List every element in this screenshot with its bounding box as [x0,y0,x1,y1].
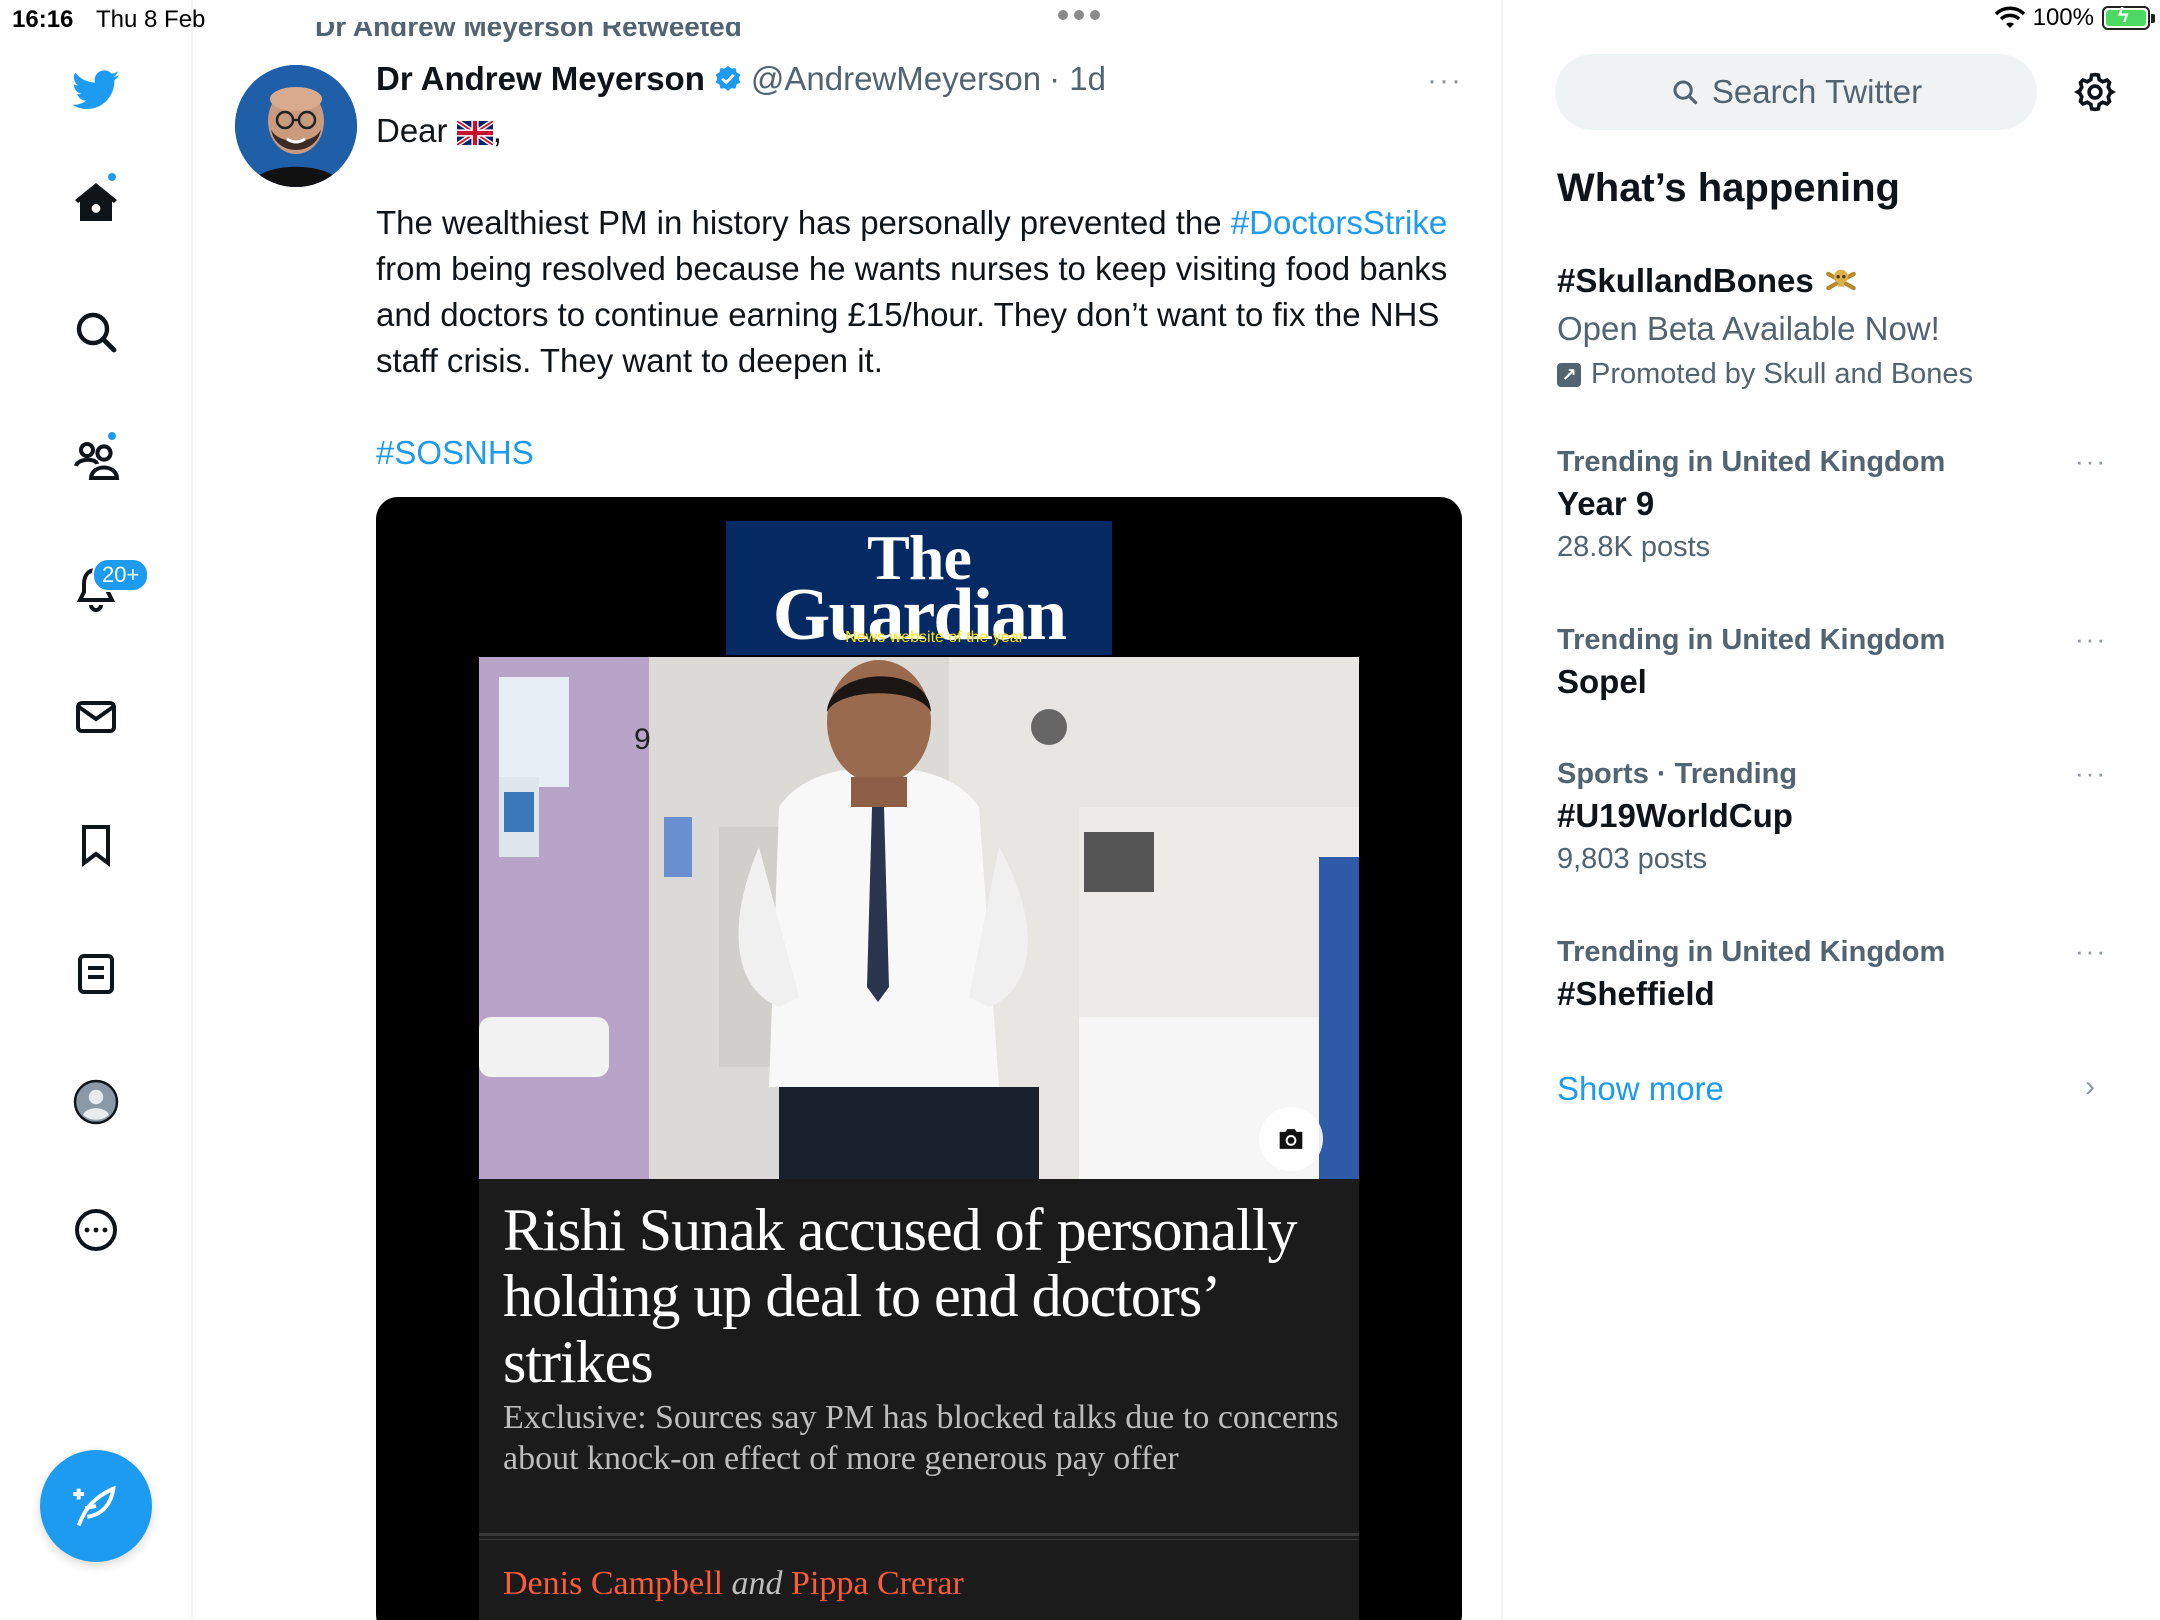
trend-name: #Sheffield [1557,975,1715,1012]
chevron-right-icon: › [2085,1070,2095,1103]
skull-crossbones-icon [1825,269,1856,291]
trend-item[interactable]: Trending in United Kingdom Year 9 28.8K … [1557,446,2117,564]
left-navigation: 20+ [0,0,193,1620]
byline-and: and [731,1565,783,1602]
promoted-arrow-icon: ↗ [1557,362,1581,387]
tweet-paragraph-part1: The wealthiest PM in history has persona… [376,204,1231,241]
byline-author-1: Denis Campbell [503,1565,724,1602]
greeting-suffix: , [492,112,502,149]
trend-more-icon[interactable]: ··· [2075,758,2107,789]
promoted-trend-subtitle: Open Beta Available Now! [1557,310,1940,347]
camera-icon [1259,1107,1323,1171]
trend-item[interactable]: Sports · Trending #U19WorldCup 9,803 pos… [1557,758,2117,876]
article-headline: Rishi Sunak accused of personally holdin… [503,1197,1298,1395]
logo-tagline: News website of the year [845,629,1024,646]
tweet-more-options-icon[interactable]: ··· [1427,64,1463,98]
tweet-paragraph-part2: from being resolved because he wants nur… [376,250,1448,379]
search-twitter-input[interactable]: Search Twitter [1555,54,2037,130]
notifications-badge: 20+ [92,558,150,592]
home-unread-dot [106,171,118,183]
trend-item[interactable]: Trending in United Kingdom Sopel ··· [1557,624,2117,701]
home-icon[interactable] [56,163,136,243]
trend-post-count: 28.8K posts [1557,531,1711,563]
tweet-text: Dear , The wealthiest PM in history has … [376,108,1456,476]
article-text-panel: Rishi Sunak accused of personally holdin… [479,1179,1359,1620]
communities-unread-dot [106,430,118,442]
trend-item[interactable]: Trending in United Kingdom #Sheffield ··… [1557,936,2117,1013]
search-icon [1673,80,1698,105]
show-more-link[interactable]: Show more [1557,1070,1724,1108]
author-handle[interactable]: @AndrewMeyerson [751,60,1041,98]
trend-post-count: 9,803 posts [1557,843,1707,875]
trend-more-icon[interactable]: ··· [2075,936,2107,967]
trend-more-icon[interactable]: ··· [2075,624,2107,655]
tweet-time[interactable]: · 1d [1049,60,1106,98]
trend-category: Sports · Trending [1557,758,1798,790]
guardian-logo: The Guardian News website of the year [726,521,1112,655]
hashtag-doctorsstrike-link[interactable]: #DoctorsStrike [1231,204,1447,241]
hashtag-sosnhs-link[interactable]: #SOSNHS [376,434,534,471]
compose-feather-icon [73,1485,116,1527]
compose-tweet-button[interactable] [40,1450,152,1562]
trend-category: Trending in United Kingdom [1557,446,1946,478]
promoted-by-label: Promoted by Skull and Bones [1591,358,1974,390]
byline-author-2: Pippa Crerar [791,1565,964,1602]
article-divider [479,1533,1359,1536]
more-options-icon[interactable] [56,1190,136,1270]
lists-icon[interactable] [56,934,136,1014]
timeline: Dr Andrew Meyerson Retweeted Dr Andrew M… [195,0,1503,1620]
trend-name: Sopel [1557,663,1647,700]
trend-category: Trending in United Kingdom [1557,936,1946,968]
tweet-header: Dr Andrew Meyerson @AndrewMeyerson · 1d [376,60,1106,98]
settings-gear-icon[interactable] [2073,70,2117,114]
article-byline: Denis Campbell and Pippa Crerar [503,1565,964,1603]
verified-badge-icon [715,65,741,91]
trend-more-icon[interactable]: ··· [2075,446,2107,477]
twitter-logo-icon[interactable] [56,50,136,130]
retweeted-by-label: Dr Andrew Meyerson Retweeted [315,22,742,42]
messages-envelope-icon[interactable] [56,677,136,757]
tweet-media-image[interactable]: The Guardian News website of the year 9 … [376,497,1462,1620]
article-photo: 9 [479,657,1359,1179]
bookmarks-icon[interactable] [56,805,136,885]
search-placeholder: Search Twitter [1711,73,1923,110]
search-icon[interactable] [56,292,136,372]
article-divider-thin [479,1539,1359,1540]
author-avatar[interactable] [235,65,357,187]
trend-name: Year 9 [1557,485,1655,522]
trend-name: #U19WorldCup [1557,797,1793,834]
trend-category: Trending in United Kingdom [1557,624,1946,656]
promoted-trend[interactable]: #SkullandBones Open Beta Available Now! … [1557,262,2117,391]
article-standfirst: Exclusive: Sources say PM has blocked ta… [503,1399,1339,1477]
uk-flag-emoji-icon [456,121,493,146]
profile-avatar-icon[interactable] [56,1062,136,1142]
promoted-trend-name: #SkullandBones [1557,262,1814,299]
photo-bed-number: 9 [634,723,651,756]
whats-happening-heading: What’s happening [1557,166,1900,210]
greeting-text: Dear [376,112,448,149]
right-sidebar: Search Twitter What’s happening #Skullan… [1505,0,2160,1620]
author-name[interactable]: Dr Andrew Meyerson [376,60,705,98]
communities-icon[interactable] [56,420,136,500]
